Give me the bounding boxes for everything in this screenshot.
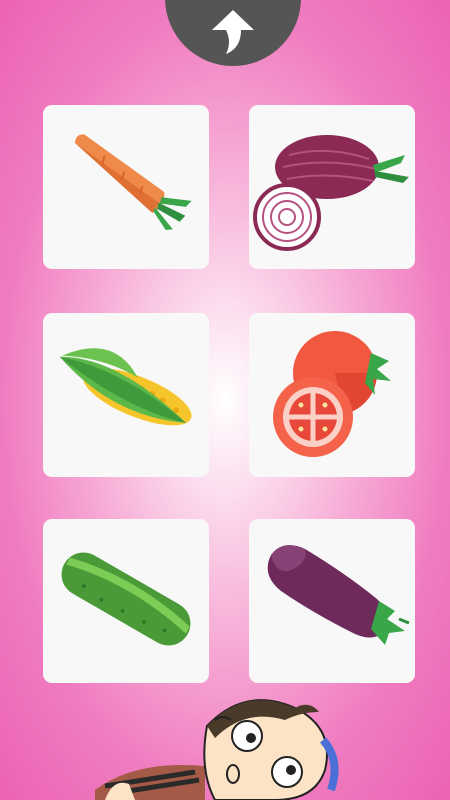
vegetable-card-carrot[interactable] (43, 105, 209, 269)
back-button[interactable] (165, 0, 301, 66)
vegetable-card-tomato[interactable] (249, 313, 415, 477)
vegetable-card-corn[interactable] (43, 313, 209, 477)
cucumber-icon (61, 552, 191, 646)
vegetable-card-cucumber[interactable] (43, 519, 209, 683)
up-arrow-icon (212, 10, 254, 54)
tomato-icon (273, 331, 391, 457)
vegetable-card-onion[interactable] (249, 105, 415, 269)
carrot-icon (74, 134, 192, 230)
onion-icon (253, 135, 409, 251)
eggplant-icon (267, 545, 410, 645)
vegetable-card-eggplant[interactable] (249, 519, 415, 683)
mascot-character (95, 699, 339, 800)
corn-icon (59, 348, 192, 426)
